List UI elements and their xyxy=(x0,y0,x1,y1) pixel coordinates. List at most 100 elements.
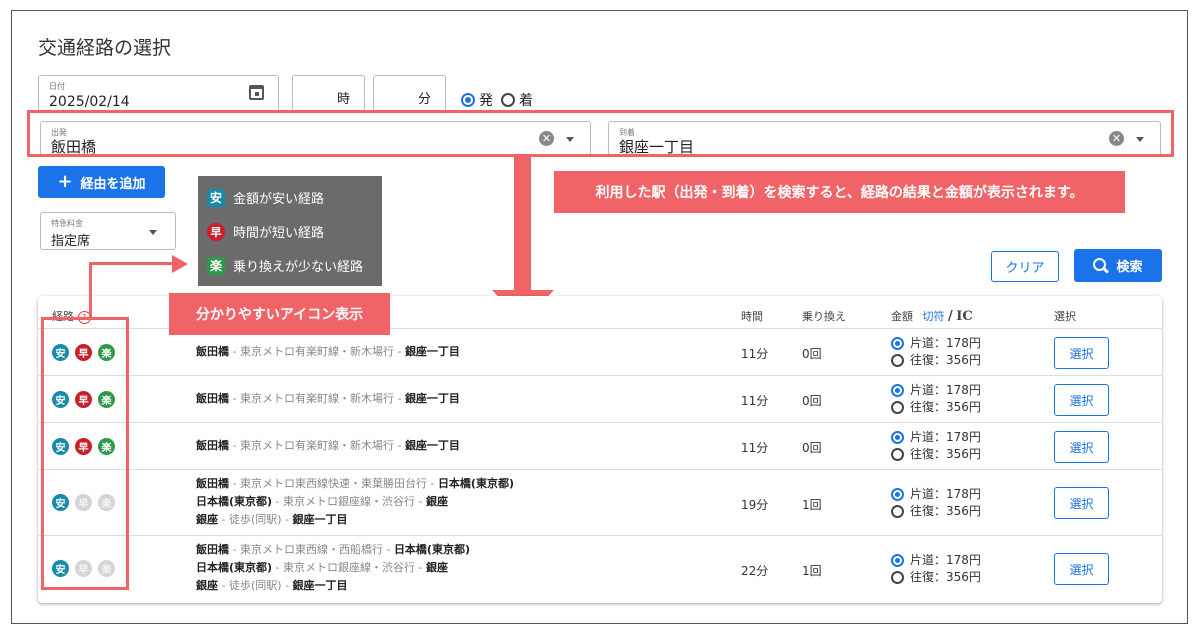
legend-label: 乗り換えが少ない経路 xyxy=(233,260,364,275)
date-label: 日付 xyxy=(49,82,65,91)
round-trip-radio[interactable] xyxy=(891,448,904,461)
header-time: 時間 xyxy=(741,310,763,323)
legend-label: 金額が安い経路 xyxy=(233,192,325,207)
route-from: 飯田橋 xyxy=(196,345,229,358)
fare-options: 片道：178円 往復：356円 xyxy=(891,429,981,463)
one-way-fare: 片道：178円 xyxy=(910,336,981,350)
table-row: 安 早 楽 飯田橋 - 東京メトロ有楽町線・新木場行 - 銀座一丁目 11分 0… xyxy=(38,422,1162,470)
page-title: 交通経路の選択 xyxy=(38,37,172,59)
route-description: 飯田橋 - 東京メトロ有楽町線・新木場行 - 銀座一丁目 xyxy=(196,392,460,405)
one-way-radio[interactable] xyxy=(891,384,904,397)
clear-button[interactable]: クリア xyxy=(991,251,1059,282)
stations-highlight-box xyxy=(27,110,1174,157)
header-fare-ticket[interactable]: 切符 xyxy=(923,310,945,323)
depart-radio[interactable] xyxy=(461,93,475,107)
express-fee-select[interactable]: 特急料金 指定席 xyxy=(40,212,176,250)
route-from: 日本橋(東京都) xyxy=(196,561,273,574)
route-line: 東京メトロ銀座線・渋谷行 xyxy=(283,495,416,508)
route-transfers: 1回 xyxy=(802,564,822,578)
table-row: 安 早 楽 飯田橋 - 東京メトロ有楽町線・新木場行 - 銀座一丁目 11分 0… xyxy=(38,328,1162,376)
legend-item-easy: 楽 乗り換えが少ない経路 xyxy=(207,256,363,275)
express-dropdown-icon[interactable] xyxy=(149,230,157,235)
header-fare-sep: / xyxy=(948,309,953,324)
legend-label: 時間が短い経路 xyxy=(233,226,325,241)
one-way-radio[interactable] xyxy=(891,431,904,444)
round-trip-fare: 往復：356円 xyxy=(910,504,981,518)
route-to: 銀座一丁目 xyxy=(404,392,460,405)
route-description: 飯田橋 - 東京メトロ有楽町線・新木場行 - 銀座一丁目 xyxy=(196,345,460,358)
route-description: 飯田橋 - 東京メトロ東西線・西船橋行 - 日本橋(東京都) 日本橋(東京都) … xyxy=(196,543,470,592)
table-row: 安 早 楽 飯田橋 - 東京メトロ東西線・西船橋行 - 日本橋(東京都) 日本橋… xyxy=(38,535,1162,602)
route-from: 日本橋(東京都) xyxy=(196,495,273,508)
search-hint-callout: 利用した駅（出発・到着）を検索すると、経路の結果と金額が表示されます。 xyxy=(554,171,1125,213)
round-trip-radio[interactable] xyxy=(891,401,904,414)
search-button[interactable]: 検索 xyxy=(1074,249,1162,282)
route-line: 東京メトロ有楽町線・新木場行 xyxy=(239,439,394,452)
one-way-fare: 片道：178円 xyxy=(910,487,981,501)
legend-item-cheap: 安 金額が安い経路 xyxy=(207,188,324,207)
round-trip-fare: 往復：356円 xyxy=(910,447,981,461)
one-way-radio[interactable] xyxy=(891,337,904,350)
express-fee-label: 特急料金 xyxy=(51,219,83,228)
right-arrow-icon xyxy=(172,255,188,273)
table-row: 安 早 楽 飯田橋 - 東京メトロ有楽町線・新木場行 - 銀座一丁目 11分 0… xyxy=(38,375,1162,423)
one-way-radio[interactable] xyxy=(891,554,904,567)
add-via-button[interactable]: + 経由を追加 xyxy=(38,166,165,198)
select-route-button[interactable]: 選択 xyxy=(1054,553,1109,585)
route-results-table: 経路 ? 時間 乗り換え 金額 切符 / IC 選択 安 早 楽 飯田橋 - 東… xyxy=(38,296,1162,603)
icon-legend: 安 金額が安い経路 早 時間が短い経路 楽 乗り換えが少ない経路 xyxy=(198,176,382,286)
header-fare: 金額 切符 / IC xyxy=(891,308,973,324)
header-fare-ic[interactable]: IC xyxy=(956,309,972,324)
date-field[interactable]: 日付 2025/02/14 xyxy=(38,75,279,112)
route-line: 徒歩(同駅) xyxy=(228,579,282,592)
route-to: 銀座一丁目 xyxy=(404,345,460,358)
route-to: 銀座一丁目 xyxy=(292,513,348,526)
route-from: 飯田橋 xyxy=(196,543,229,556)
select-route-button[interactable]: 選択 xyxy=(1054,384,1109,416)
one-way-radio[interactable] xyxy=(891,488,904,501)
round-trip-radio[interactable] xyxy=(891,505,904,518)
route-from: 銀座 xyxy=(196,513,218,526)
round-trip-radio[interactable] xyxy=(891,571,904,584)
hour-unit: 時 xyxy=(336,92,350,107)
route-from: 飯田橋 xyxy=(196,439,229,452)
hour-field[interactable]: 時 xyxy=(292,75,365,112)
route-description: 飯田橋 - 東京メトロ東西線快速・東葉勝田台行 - 日本橋(東京都) 日本橋(東… xyxy=(196,477,514,526)
arrive-radio[interactable] xyxy=(501,93,515,107)
header-select: 選択 xyxy=(1054,310,1076,323)
select-route-button[interactable]: 選択 xyxy=(1054,487,1109,519)
depart-arrive-radio-group: 発 着 xyxy=(461,90,533,110)
express-fee-value: 指定席 xyxy=(51,234,91,249)
select-route-button[interactable]: 選択 xyxy=(1054,337,1109,369)
route-to: 銀座一丁目 xyxy=(292,579,348,592)
route-line: 東京メトロ東西線・西船橋行 xyxy=(239,543,383,556)
route-transfers: 0回 xyxy=(802,441,822,455)
fare-options: 片道：178円 往復：356円 xyxy=(891,335,981,369)
round-trip-fare: 往復：356円 xyxy=(910,570,981,584)
fast-icon: 早 xyxy=(207,222,225,241)
route-time: 11分 xyxy=(741,394,769,408)
fare-options: 片道：178円 往復：356円 xyxy=(891,486,981,520)
route-line: 徒歩(同駅) xyxy=(228,513,282,526)
round-trip-fare: 往復：356円 xyxy=(910,400,981,414)
route-time: 19分 xyxy=(741,498,769,512)
connector-line-horizontal xyxy=(89,262,175,265)
icon-display-callout: 分かりやすいアイコン表示 xyxy=(169,293,390,335)
select-route-button[interactable]: 選択 xyxy=(1054,431,1109,463)
arrow-shaft xyxy=(514,157,531,290)
table-row: 安 早 楽 飯田橋 - 東京メトロ東西線快速・東葉勝田台行 - 日本橋(東京都)… xyxy=(38,469,1162,536)
calendar-icon[interactable] xyxy=(249,85,264,100)
route-time: 11分 xyxy=(741,441,769,455)
route-transfers: 0回 xyxy=(802,347,822,361)
date-value: 2025/02/14 xyxy=(49,94,130,110)
one-way-fare: 片道：178円 xyxy=(910,383,981,397)
minute-field[interactable]: 分 xyxy=(373,75,446,112)
header-fare-label: 金額 xyxy=(891,310,913,323)
round-trip-radio[interactable] xyxy=(891,354,904,367)
route-to: 銀座 xyxy=(426,561,448,574)
route-time: 22分 xyxy=(741,564,769,578)
route-line: 東京メトロ東西線快速・東葉勝田台行 xyxy=(239,477,427,490)
route-line: 東京メトロ有楽町線・新木場行 xyxy=(239,392,394,405)
search-icon xyxy=(1093,258,1110,274)
cheap-icon: 安 xyxy=(207,188,225,207)
